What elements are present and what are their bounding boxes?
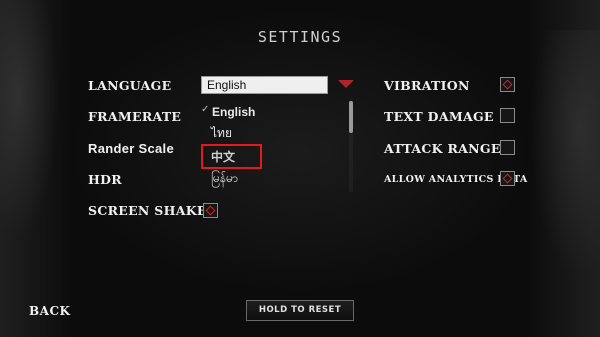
vibration-checkbox[interactable] [500, 77, 515, 92]
language-option-myanmar[interactable]: မြန်မာ [211, 170, 238, 188]
page-title: SETTINGS [257, 28, 343, 46]
back-button[interactable]: BACK [29, 304, 70, 318]
vibration-label: VIBRATION [384, 78, 470, 93]
hold-to-reset-button[interactable]: HOLD TO RESET [246, 300, 354, 321]
attack-range-checkbox[interactable] [500, 140, 515, 155]
chevron-down-icon[interactable] [338, 80, 354, 88]
attack-range-label: ATTACK RANGE [384, 141, 501, 156]
screen-shake-label: SCREEN SHAKE [88, 203, 207, 218]
language-label: LANGUAGE [88, 78, 172, 93]
framerate-label: FRAMERATE [88, 109, 182, 124]
screen-shake-checkbox[interactable] [203, 203, 218, 218]
language-select-value: English [207, 78, 247, 92]
language-option-thai[interactable]: ไทย [211, 124, 232, 143]
background-figure-right [530, 30, 600, 280]
allow-analytics-data-checkbox[interactable] [500, 171, 515, 186]
text-damage-checkbox[interactable] [500, 108, 515, 123]
language-option-english[interactable]: English [212, 105, 255, 119]
dropdown-scrollbar-thumb[interactable] [349, 101, 353, 133]
render-scale-label: Rander Scale [88, 141, 174, 156]
text-damage-label: TEXT DAMAGE [384, 109, 494, 124]
hdr-label: HDR [88, 172, 122, 187]
checkmark-icon: ✓ [201, 104, 210, 115]
language-select[interactable]: English [201, 76, 328, 94]
selection-highlight-box [201, 144, 262, 169]
